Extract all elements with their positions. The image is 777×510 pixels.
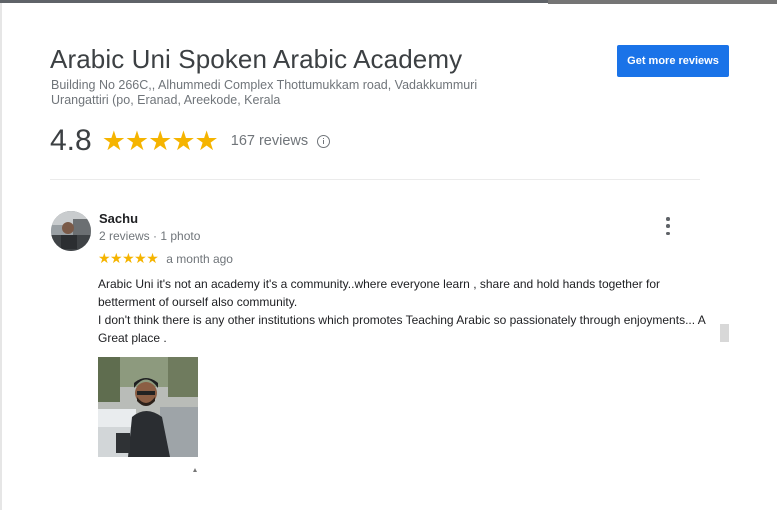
panel-left-edge [0, 3, 2, 510]
reviewer-meta: 2 reviews · 1 photo [99, 229, 201, 243]
review-photo-image [98, 357, 198, 457]
place-title: Arabic Uni Spoken Arabic Academy [50, 44, 463, 74]
review-text-line: Arabic Uni it's not an academy it's a co… [98, 277, 660, 309]
review-photo[interactable] [98, 357, 198, 457]
section-divider [50, 179, 700, 180]
review-stars: ★★★★★ [98, 250, 159, 266]
reviewer-name[interactable]: Sachu [99, 211, 138, 226]
review-text: Arabic Uni it's not an academy it's a co… [98, 275, 708, 347]
rating-value: 4.8 [50, 124, 92, 157]
window-top-border-right [548, 0, 777, 4]
reviewer-avatar[interactable] [51, 211, 91, 251]
review-text-line: I don't think there is any other institu… [98, 313, 706, 345]
caret-up-icon [193, 468, 197, 472]
info-icon[interactable] [317, 134, 331, 148]
place-address: Building No 266C,, Alhummedi Complex Tho… [51, 78, 478, 107]
review-count[interactable]: 167 reviews [231, 133, 308, 149]
more-vert-icon[interactable] [659, 215, 677, 237]
rating-summary: 4.8 ★★★★★ 167 reviews [50, 121, 331, 161]
avatar-photo [51, 211, 91, 251]
review-time: a month ago [166, 251, 233, 266]
get-more-reviews-button[interactable]: Get more reviews [617, 45, 729, 77]
review-rating-row: ★★★★★ a month ago [98, 250, 233, 267]
scrollbar-thumb[interactable] [720, 324, 729, 342]
rating-stars: ★★★★★ [101, 125, 219, 156]
